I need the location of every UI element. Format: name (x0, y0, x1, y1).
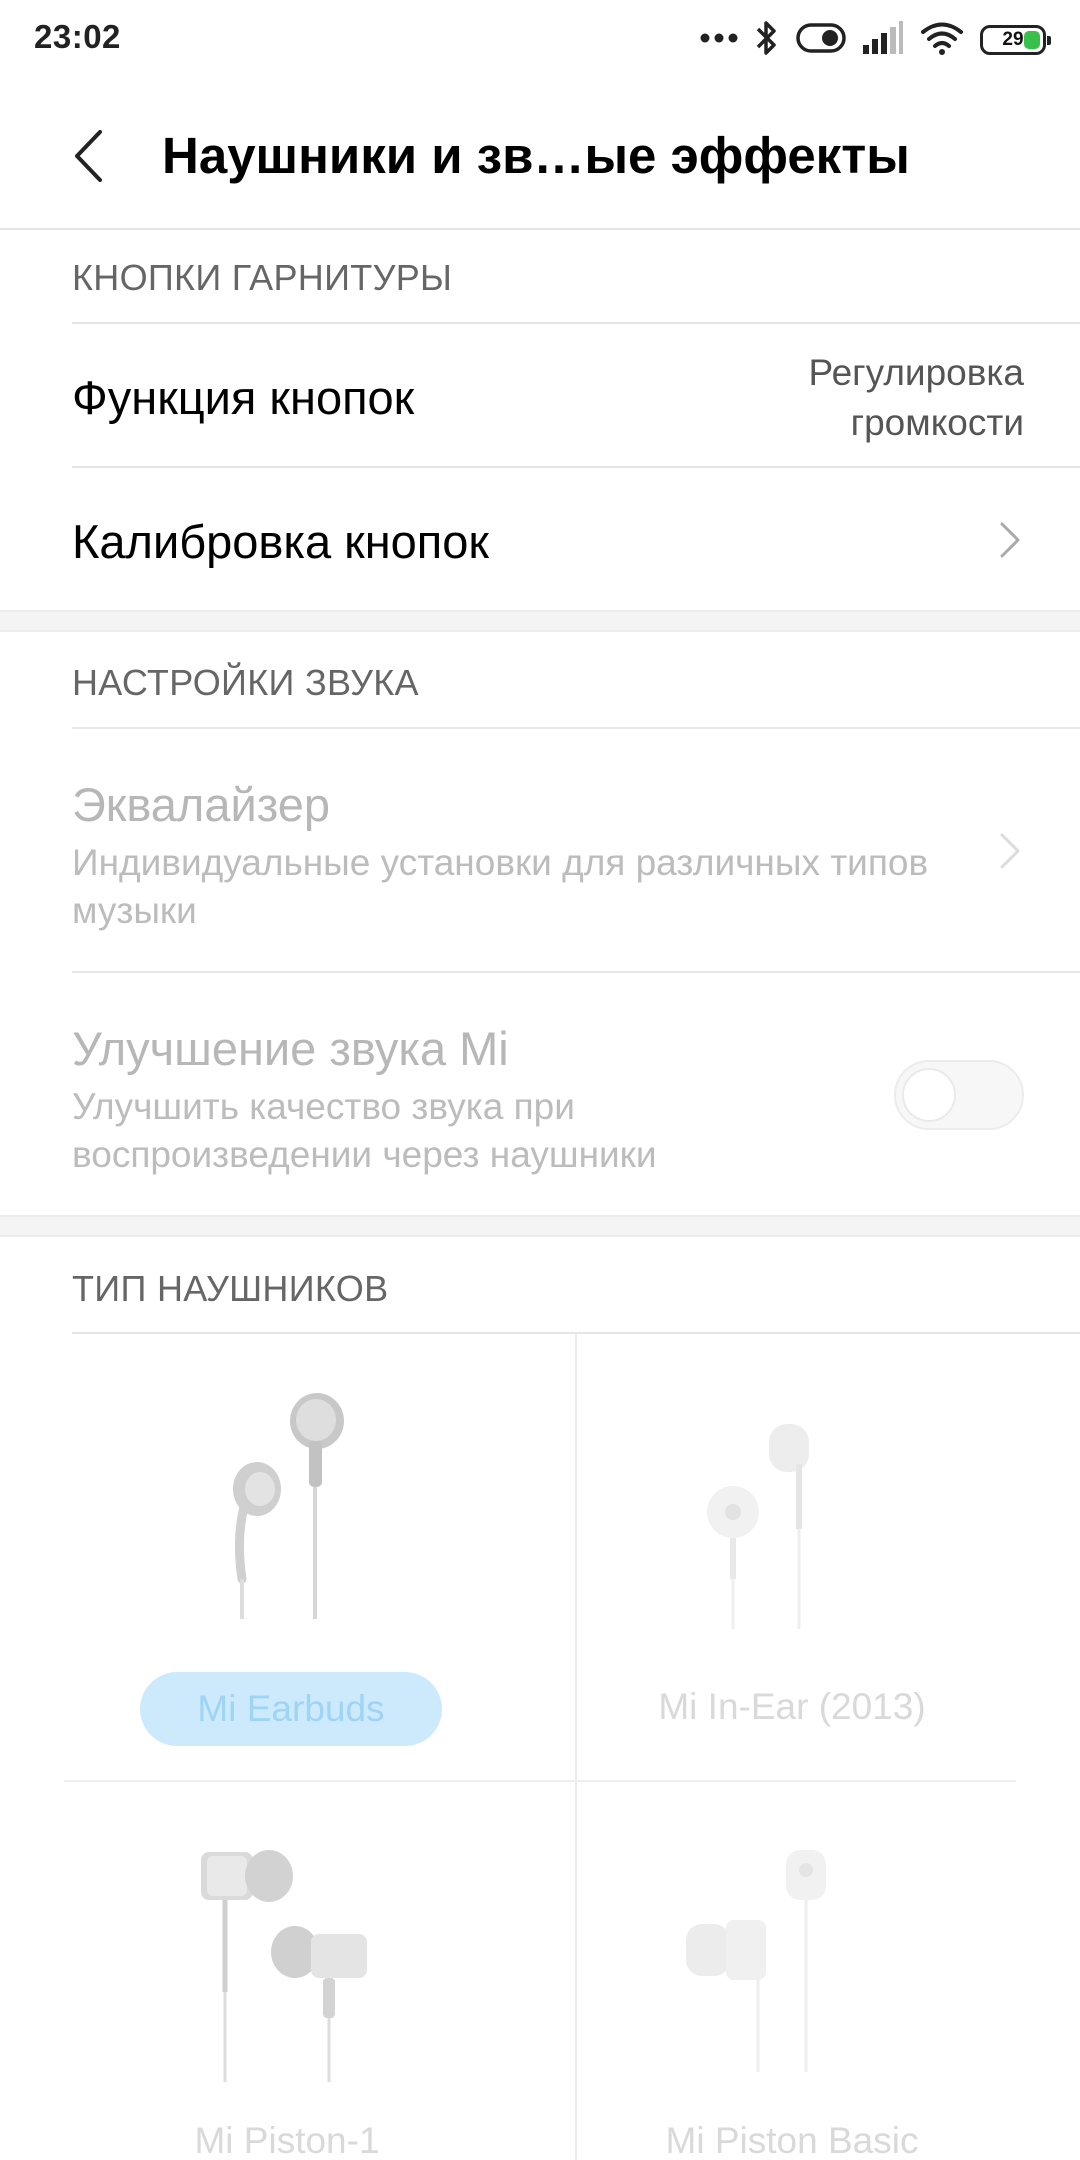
status-bar: 23:02 29 (0, 0, 1080, 80)
equalizer-title: Эквалайзер (72, 778, 331, 831)
button-function-title: Функция кнопок (72, 371, 415, 424)
earbuds-image (233, 1393, 344, 1619)
equalizer-row[interactable]: Эквалайзер Индивидуальные установки для … (0, 729, 1080, 971)
in-ear-image (707, 1424, 809, 1629)
headphone-option-mi-piston-1[interactable]: Mi Piston-1 (72, 1782, 574, 2160)
equalizer-subtitle: Индивидуальные установки для различных т… (72, 842, 929, 931)
bluetooth-icon (754, 19, 780, 62)
headphone-label: Mi In-Ear (2013) (658, 1686, 926, 1727)
wifi-icon (920, 21, 964, 60)
section-label-headset-buttons: КНОПКИ ГАРНИТУРЫ (72, 257, 453, 298)
signal-icon (862, 20, 904, 60)
selected-headphone-label: Mi Earbuds (140, 1672, 442, 1746)
back-button[interactable] (58, 118, 118, 194)
chevron-right-icon (1000, 522, 1020, 558)
button-function-row[interactable]: Функция кнопок Регулировка громкости (0, 324, 1080, 466)
status-icons: 29 (700, 18, 1051, 62)
headphone-option-mi-piston-basic[interactable]: Mi Piston Basic (577, 1782, 1080, 2160)
headphone-label: Mi Piston-1 (194, 2120, 380, 2160)
mi-sound-row: Улучшение звука Mi Улучшить качество зву… (0, 973, 1080, 1215)
section-label-sound-settings: НАСТРОЙКИ ЗВУКА (72, 662, 419, 703)
chevron-left-icon (75, 130, 102, 182)
mi-sound-subtitle: Улучшить качество звука при воспроизведе… (72, 1086, 657, 1175)
status-time: 23:02 (34, 18, 121, 55)
toggle-knob (902, 1068, 956, 1122)
button-function-value: Регулировка громкости (808, 352, 1024, 443)
chevron-right-icon (1000, 833, 1020, 869)
battery-icon: 29 (980, 25, 1051, 55)
button-calibration-row[interactable]: Калибровка кнопок (0, 468, 1080, 610)
headphone-option-mi-in-ear-2013[interactable]: Mi In-Ear (2013) (577, 1334, 1080, 1780)
section-separator (0, 610, 1080, 632)
section-separator (0, 1215, 1080, 1237)
button-calibration-title: Калибровка кнопок (72, 515, 489, 568)
page-title: Наушники и зв…ые эффекты (162, 127, 910, 184)
mi-sound-title: Улучшение звука Mi (72, 1022, 509, 1075)
headphone-label: Mi Piston Basic (665, 2120, 919, 2160)
battery-level: 29 (1002, 29, 1024, 50)
header-divider (0, 228, 1080, 230)
section-label-headphone-type: ТИП НАУШНИКОВ (72, 1268, 389, 1309)
mi-sound-toggle[interactable] (894, 1060, 1024, 1130)
piston-basic-image (686, 1850, 826, 2072)
headphone-option-mi-earbuds[interactable]: Mi Earbuds (72, 1334, 574, 1780)
piston-1-image (201, 1850, 367, 2082)
toggle-status-icon (796, 22, 846, 58)
more-dots-icon (700, 31, 738, 49)
